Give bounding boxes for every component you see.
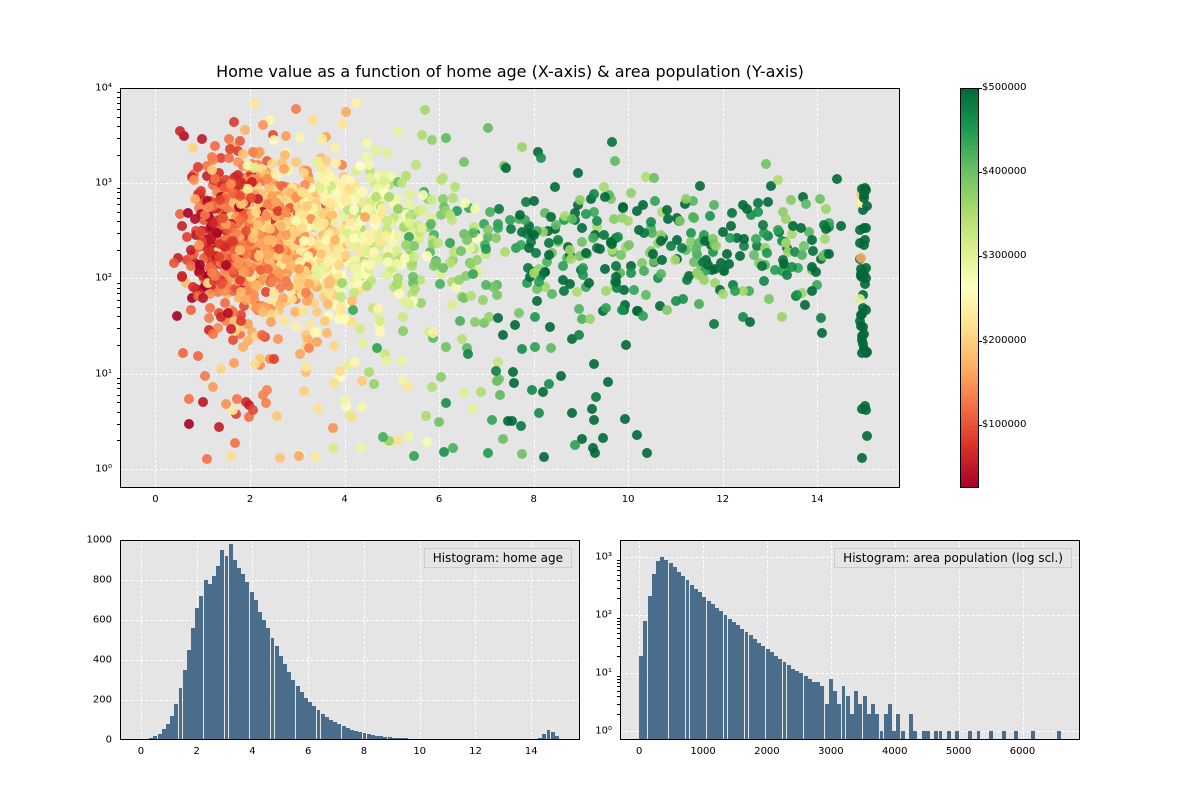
scatter-ytick: 10⁴ (95, 83, 112, 94)
h1-xtick: 12 (469, 746, 482, 757)
h1-ytick: 1000 (87, 535, 112, 546)
h1-ytick: 400 (93, 655, 112, 666)
scatter-axes: 0246810121410⁰10¹10²10³10⁴ (120, 88, 900, 488)
h1-ytick: 0 (106, 735, 112, 746)
h2-ytick: 10⁰ (595, 726, 612, 737)
scatter-ytick: 10¹ (95, 368, 112, 379)
h1-ytick: 800 (93, 575, 112, 586)
hist-age-axes: Histogram: home age 02468101214020040060… (120, 540, 580, 740)
scatter-xtick: 2 (247, 494, 253, 505)
hist-age-legend-label: Histogram: home age (433, 551, 563, 565)
scatter-xtick: 10 (622, 494, 635, 505)
h1-ytick: 600 (93, 615, 112, 626)
hist-pop-axes: Histogram: area population (log scl.) 01… (620, 540, 1080, 740)
h2-ytick: 10¹ (595, 668, 612, 679)
colorbar-gradient (960, 88, 978, 488)
h2-xtick: 4000 (882, 746, 907, 757)
h2-xtick: 0 (636, 746, 642, 757)
h1-xtick: 8 (361, 746, 367, 757)
h2-xtick: 6000 (1010, 746, 1035, 757)
h2-ytick: 10² (595, 610, 612, 621)
colorbar-tick: $500000 (982, 82, 1027, 93)
colorbar-tick: $100000 (982, 419, 1027, 430)
h1-xtick: 2 (193, 746, 199, 757)
colorbar-tick: $300000 (982, 250, 1027, 261)
h1-xtick: 4 (249, 746, 255, 757)
h2-xtick: 1000 (690, 746, 715, 757)
figure: Home value as a function of home age (X-… (0, 0, 1200, 800)
hist-age-legend: Histogram: home age (424, 548, 572, 568)
h1-xtick: 6 (305, 746, 311, 757)
hist-pop-legend: Histogram: area population (log scl.) (834, 548, 1072, 568)
scatter-ytick: 10⁰ (95, 463, 112, 474)
h2-xtick: 3000 (818, 746, 843, 757)
h2-ytick: 10³ (595, 552, 612, 563)
colorbar-tick: $400000 (982, 166, 1027, 177)
h2-xtick: 2000 (754, 746, 779, 757)
hist-pop-legend-label: Histogram: area population (log scl.) (843, 551, 1063, 565)
scatter-xtick: 8 (530, 494, 536, 505)
scatter-xtick: 6 (436, 494, 442, 505)
scatter-xtick: 4 (341, 494, 347, 505)
h1-xtick: 14 (525, 746, 538, 757)
scatter-ytick: 10² (95, 273, 112, 284)
h1-ytick: 200 (93, 695, 112, 706)
h1-xtick: 10 (413, 746, 426, 757)
h2-xtick: 5000 (946, 746, 971, 757)
colorbar: $100000$200000$300000$400000$500000 (960, 88, 1050, 488)
scatter-ytick: 10³ (95, 178, 112, 189)
scatter-xtick: 14 (811, 494, 824, 505)
scatter-xtick: 0 (152, 494, 158, 505)
scatter-xtick: 12 (716, 494, 729, 505)
scatter-title: Home value as a function of home age (X-… (120, 62, 900, 81)
h1-xtick: 0 (138, 746, 144, 757)
colorbar-tick: $200000 (982, 335, 1027, 346)
